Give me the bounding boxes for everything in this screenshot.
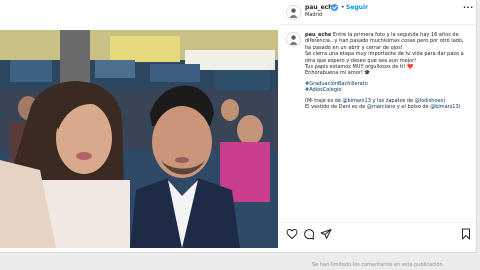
credits-text: y el bolso de [395,104,431,111]
mention-link[interactable]: @marciano [367,104,395,110]
caption-line-4: Se cierra una etapa muy importante de tu… [305,51,464,58]
caption-line-2: diferencia...y han pasado muchísimas cos… [305,38,464,45]
credits-text: y los zapatos de [370,97,415,104]
header-separator: • [341,4,345,11]
user-avatar[interactable] [286,5,301,20]
credits-text: El vestido de Dani es de [305,104,367,111]
post-side-panel: pau_eche • Seguir Madrid ··· pau_eche En… [280,0,476,252]
mention-link[interactable]: @bimani13 [430,104,458,110]
comment-icon[interactable] [303,228,315,240]
caption-avatar[interactable] [286,32,301,47]
more-horizontal-icon[interactable]: ··· [463,3,474,12]
header-divider [280,24,476,25]
follow-button[interactable]: Seguir [346,4,368,11]
instagram-post-card: pau_eche • Seguir Madrid ··· pau_eche En… [0,0,477,253]
mention-link[interactable]: @lodishoes [415,98,444,104]
credits-text: ) [443,97,446,104]
bookmark-icon[interactable] [460,228,472,240]
credits-text: ) [458,104,461,111]
mention-link[interactable]: @bimani13 [343,98,371,104]
post-photo[interactable] [0,30,278,248]
actions-divider [280,222,476,223]
heart-icon[interactable] [286,228,298,240]
share-icon[interactable] [320,228,332,240]
post-location[interactable]: Madrid [305,12,322,18]
verified-badge-icon [331,4,338,11]
comments-limited-notice: Se han limitado los comentarios en esta … [312,262,445,268]
credits-text: (Mi traje es de [305,97,343,104]
post-caption: pau_eche Entre la primera foto y la segu… [305,32,472,110]
